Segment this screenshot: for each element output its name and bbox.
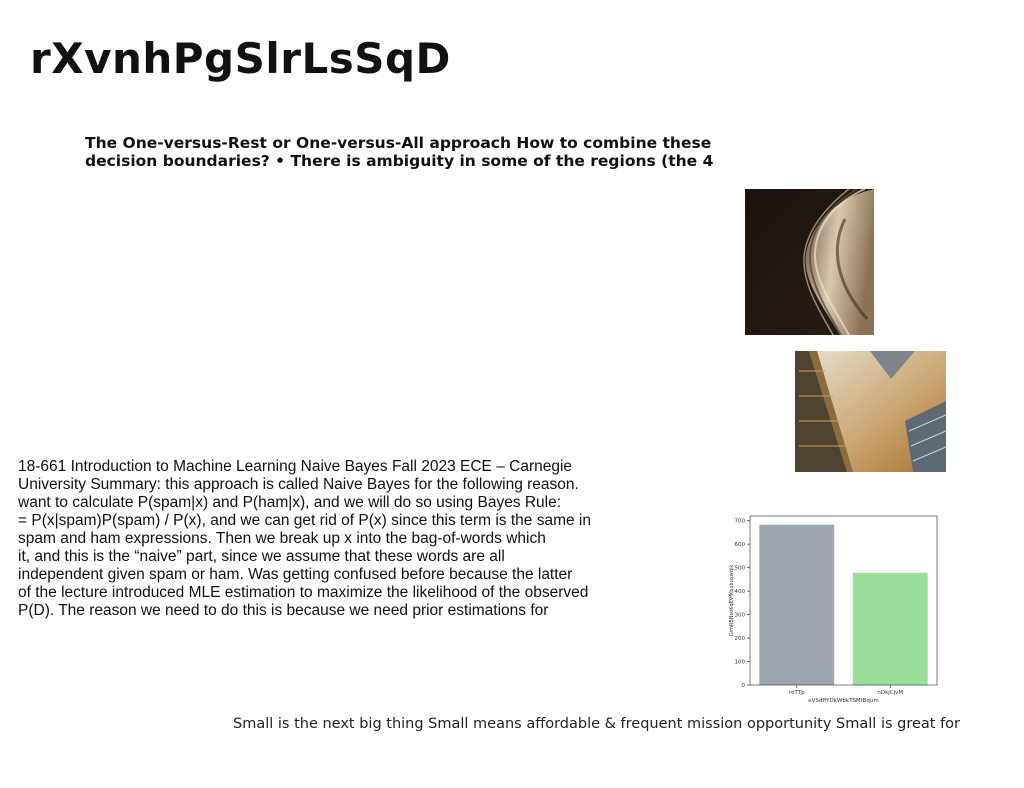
y-tick-label: 0 [742, 683, 746, 689]
notes-line: spam and ham expressions. Then we break … [18, 530, 546, 547]
buildings-photo [795, 351, 946, 472]
notes-line: P(D). The reason we need to do this is b… [18, 602, 549, 619]
y-tick-label: 600 [735, 542, 746, 548]
notes-line: want to calculate P(spam|x) and P(ham|x)… [18, 494, 562, 511]
intro-paragraph: The One-versus-Rest or One-versus-All ap… [85, 134, 745, 170]
x-tick-label: nDkjCjvM [877, 690, 903, 696]
paragraph-line: The One-versus-Rest or One-versus-All ap… [85, 134, 712, 152]
bar-chart-svg: roTTp nDkjCjvM 0 100 200 300 400 500 600 700 eVSdf… [729, 515, 938, 704]
sculpture-photo [745, 189, 874, 335]
chart-bar [759, 524, 835, 685]
x-axis-label: eVSdffYDkWbkTSMfBqum [808, 698, 878, 704]
y-tick-label: 700 [735, 519, 746, 525]
lecture-notes: 18-661 Introduction to Machine Learning … [18, 458, 618, 620]
y-tick-label: 400 [735, 589, 746, 595]
notes-line: of the lecture introduced MLE estimation… [18, 584, 589, 601]
y-tick-label: 200 [735, 636, 746, 642]
notes-line: 18-661 Introduction to Machine Learning … [18, 458, 573, 475]
notes-line: independent given spam or ham. Was getti… [18, 566, 573, 583]
notes-line: = P(x|spam)P(spam) / P(x), and we can ge… [18, 512, 591, 529]
caption-text: Small is the next big thing Small means … [233, 716, 961, 732]
notes-line: University Summary: this approach is cal… [18, 476, 579, 493]
x-tick-label: roTTp [789, 690, 805, 696]
y-tick-label: 500 [735, 566, 746, 572]
bar-chart: roTTp nDkjCjvM 0 100 200 300 400 500 600 700 eVSdf… [726, 510, 942, 708]
y-tick-label: 300 [735, 613, 746, 619]
y-tick-label: 100 [735, 660, 746, 666]
chart-bar [852, 572, 928, 685]
y-axis-label: GimRBNsoKqEVfKbxbuxwqik [729, 565, 735, 637]
page-title: rXvnhPgSlrLsSqD [30, 34, 451, 83]
notes-line: it, and this is the “naive” part, since … [18, 548, 505, 565]
paragraph-line: decision boundaries? • There is ambiguit… [85, 152, 714, 170]
